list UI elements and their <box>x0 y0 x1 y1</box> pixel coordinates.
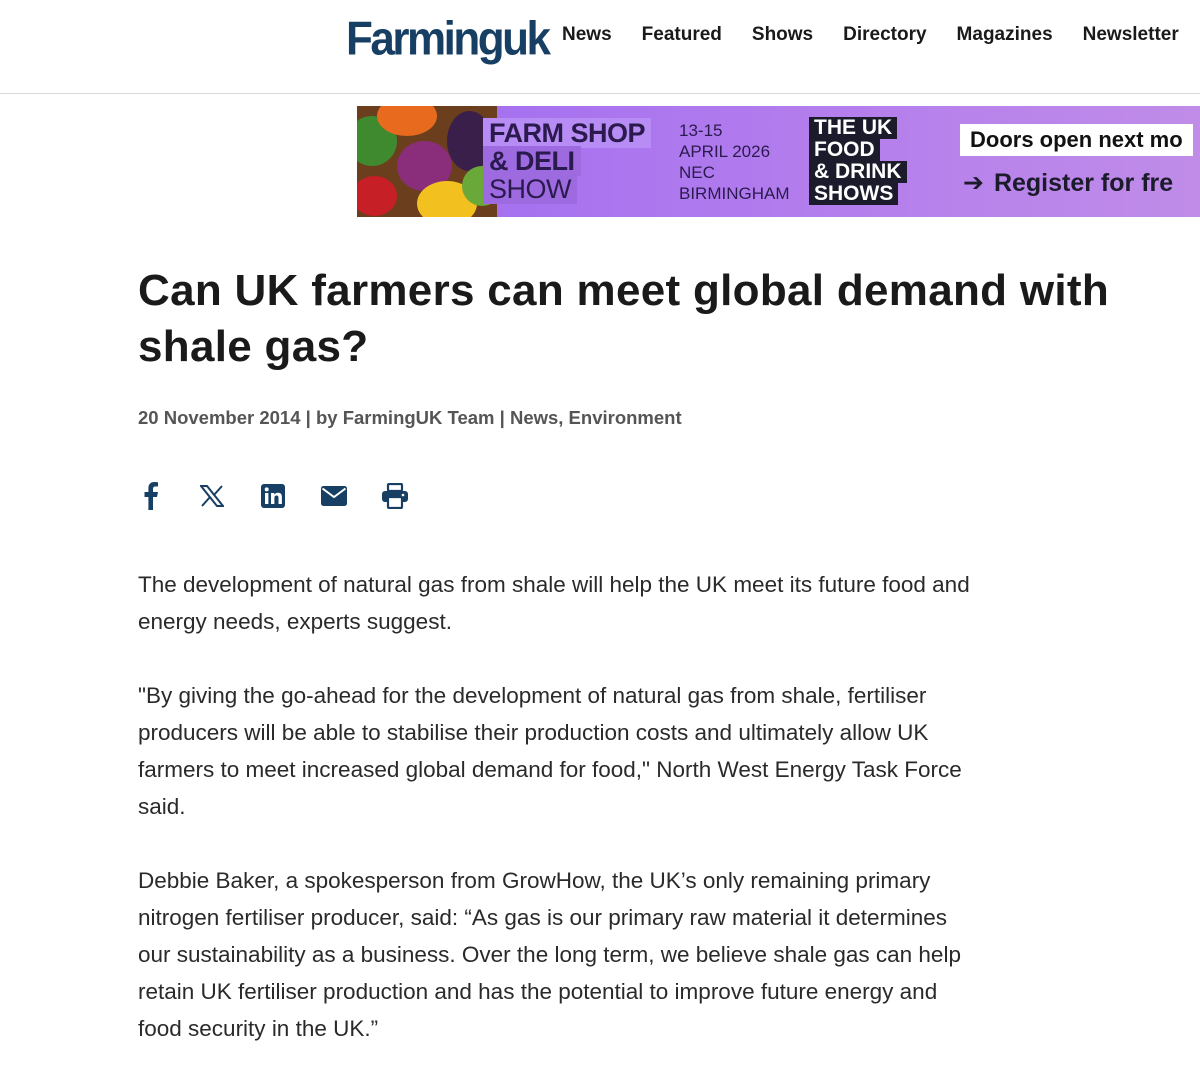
article-paragraph: Debbie Baker, a spokesperson from GrowHo… <box>138 868 961 1041</box>
article-meta: 20 November 2014 | by FarmingUK Team | N… <box>138 407 682 428</box>
article-headline: Can UK farmers can meet global demand wi… <box>138 266 1110 371</box>
ad-banner[interactable]: FARM SHOP & DELI SHOW 13-15 APRIL 2026 N… <box>357 106 1200 217</box>
doors-open-text: Doors open next mo <box>960 124 1193 156</box>
email-icon[interactable] <box>321 478 347 514</box>
nav-magazines[interactable]: Magazines <box>957 22 1053 48</box>
nav-newsletter[interactable]: Newsletter <box>1083 22 1179 48</box>
uk-food-drink-logo: THE UK FOOD & DRINK SHOWS <box>809 117 917 205</box>
article-date: 20 November 2014 <box>138 407 301 428</box>
facebook-icon[interactable] <box>138 478 164 514</box>
register-link[interactable]: ➔ Register for fre <box>963 167 1173 199</box>
nav-shows[interactable]: Shows <box>752 22 813 48</box>
article-paragraph: "By giving the go-ahead for the developm… <box>138 683 962 819</box>
x-icon[interactable] <box>199 478 225 514</box>
main-nav: News Featured Shows Directory Magazines … <box>562 22 1179 48</box>
print-icon[interactable] <box>382 478 408 514</box>
site-logo[interactable]: Farminguk <box>346 10 551 68</box>
article-author[interactable]: FarmingUK Team <box>343 407 495 428</box>
share-bar <box>138 478 443 514</box>
linkedin-icon[interactable] <box>260 478 286 514</box>
nav-directory[interactable]: Directory <box>843 22 926 48</box>
nav-news[interactable]: News <box>562 22 612 48</box>
article-paragraph: The development of natural gas from shal… <box>138 572 970 634</box>
nav-featured[interactable]: Featured <box>642 22 722 48</box>
arrow-right-icon: ➔ <box>963 169 984 197</box>
site-header: Farminguk News Featured Shows Directory … <box>0 0 1200 94</box>
event-dates: 13-15 APRIL 2026 NEC BIRMINGHAM <box>679 121 790 203</box>
article-categories[interactable]: News, Environment <box>510 407 682 428</box>
farm-shop-title: FARM SHOP & DELI SHOW <box>483 118 667 206</box>
vegetables-image <box>357 106 497 217</box>
